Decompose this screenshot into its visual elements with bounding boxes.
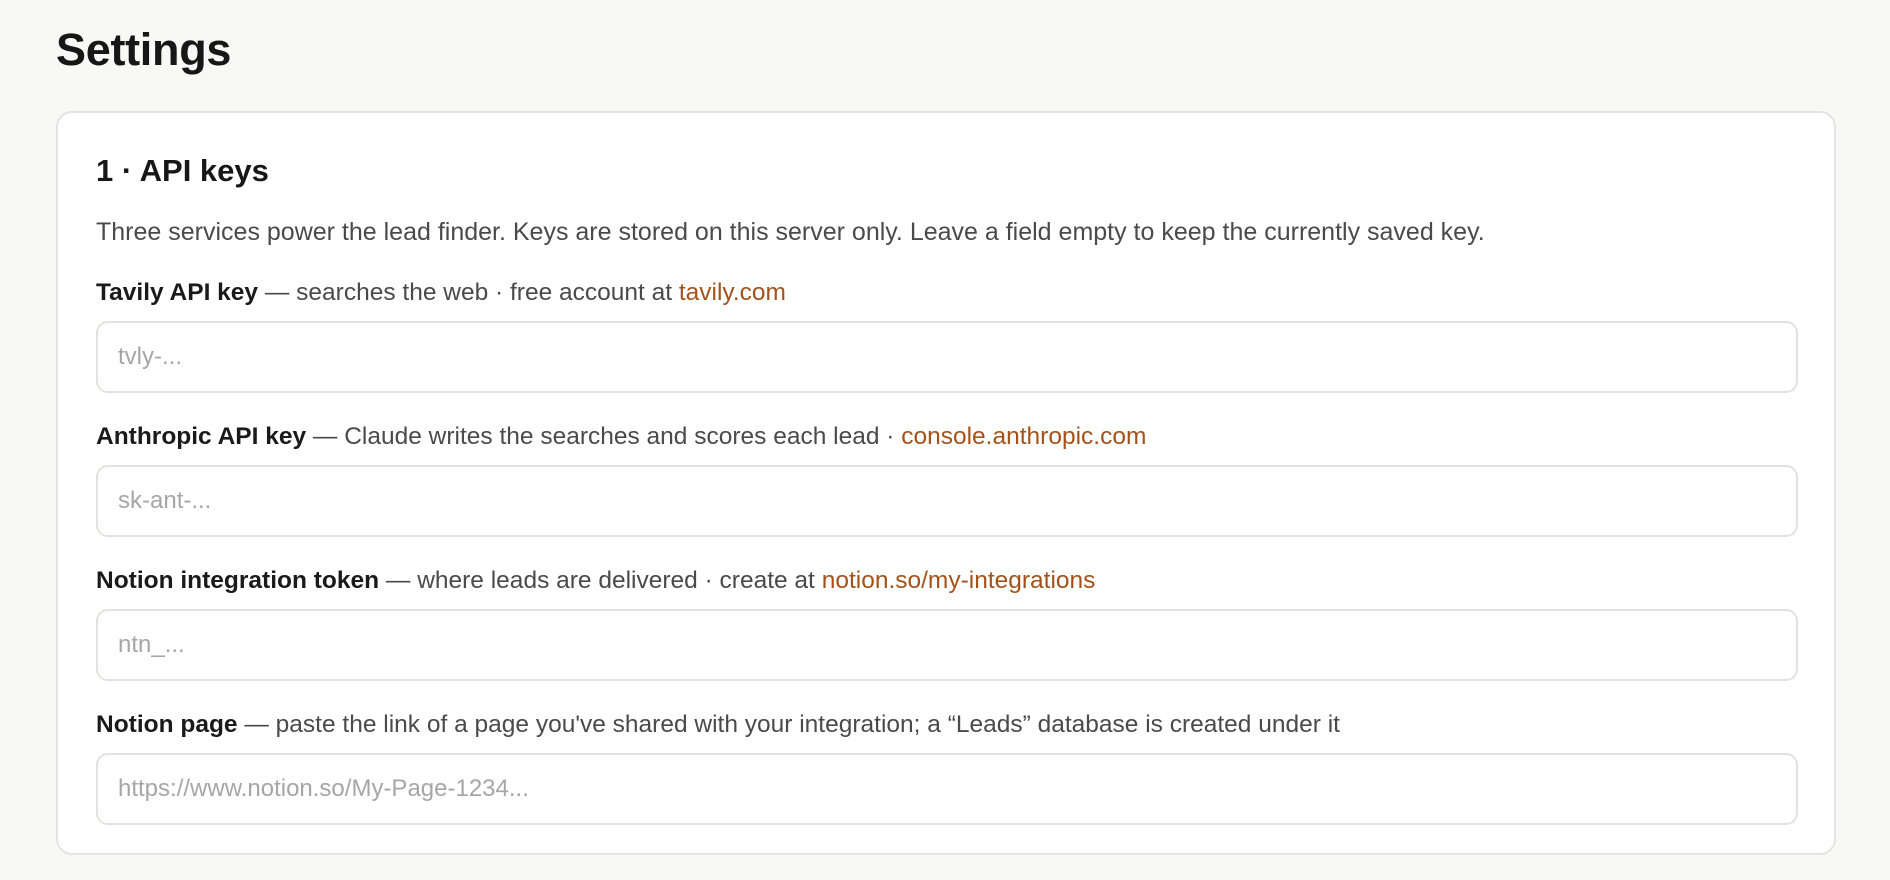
anthropic-label-name: Anthropic API key [96, 423, 307, 450]
notion-token-field-label: Notion integration token — where leads a… [96, 565, 1796, 597]
tavily-label-hint: — searches the web · free account at [258, 279, 679, 306]
notion-integrations-link[interactable]: notion.so/my-integrations [822, 567, 1096, 594]
notion-page-field: Notion page — paste the link of a page y… [96, 709, 1798, 825]
tavily-field-label: Tavily API key — searches the web · free… [96, 277, 1796, 309]
tavily-link[interactable]: tavily.com [679, 279, 786, 306]
anthropic-field-label: Anthropic API key — Claude writes the se… [96, 421, 1796, 453]
anthropic-label-hint: — Claude writes the searches and scores … [306, 423, 902, 450]
notion-page-label-hint: — paste the link of a page you've shared… [237, 711, 1340, 738]
api-keys-card: 1 · API keys Three services power the le… [56, 111, 1836, 855]
page-title: Settings [56, 24, 232, 75]
notion-page-label-name: Notion page [96, 711, 238, 738]
notion-page-field-label: Notion page — paste the link of a page y… [96, 709, 1796, 741]
anthropic-field: Anthropic API key — Claude writes the se… [96, 421, 1798, 537]
notion-token-field: Notion integration token — where leads a… [96, 565, 1798, 681]
notion-page-url-input[interactable] [96, 753, 1798, 825]
notion-token-input[interactable] [96, 609, 1798, 681]
notion-token-label-name: Notion integration token [96, 567, 380, 594]
tavily-label-name: Tavily API key [96, 279, 259, 306]
tavily-field: Tavily API key — searches the web · free… [96, 277, 1798, 393]
notion-token-label-hint: — where leads are delivered · create at [379, 567, 822, 594]
anthropic-console-link[interactable]: console.anthropic.com [901, 423, 1146, 450]
tavily-api-key-input[interactable] [96, 321, 1798, 393]
settings-page: Settings 1 · API keys Three services pow… [0, 0, 1890, 880]
section-title: 1 · API keys [96, 153, 269, 188]
section-description: Three services power the lead finder. Ke… [96, 218, 1485, 246]
anthropic-api-key-input[interactable] [96, 465, 1798, 537]
